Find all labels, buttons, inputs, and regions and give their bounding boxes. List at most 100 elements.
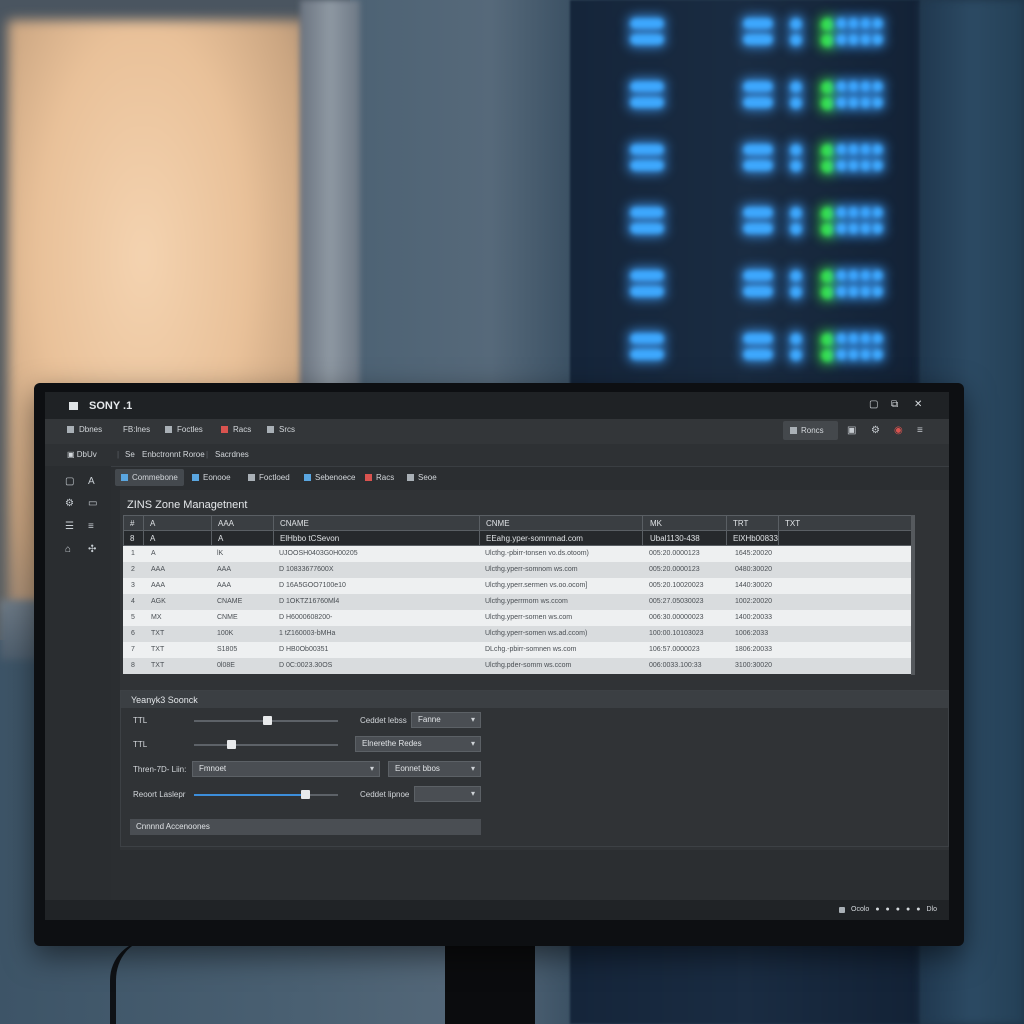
- ct-select[interactable]: ▾: [414, 786, 481, 802]
- minimize-button[interactable]: ▢: [869, 399, 878, 410]
- tab-eonooe[interactable]: Eonooe: [186, 469, 237, 486]
- menu-item-dbnes[interactable]: Dbnes: [67, 425, 102, 434]
- tab-racs[interactable]: Racs: [359, 469, 400, 486]
- server-led: [848, 223, 859, 234]
- status-icon: [839, 906, 846, 913]
- table-row[interactable]: 4 AGK CNAME D 1OKTZ16760Ml4 Ulcthg.yperr…: [123, 594, 914, 610]
- server-led: [821, 223, 834, 236]
- row-cell: 1645:20020: [735, 550, 772, 557]
- window-icon[interactable]: ▣: [847, 425, 856, 436]
- ttl-slider-thumb[interactable]: [263, 716, 273, 725]
- square-icon[interactable]: ▢: [65, 476, 74, 487]
- gear-icon[interactable]: ⚙: [871, 425, 880, 436]
- letter-a-icon[interactable]: A: [88, 476, 95, 487]
- menu-item-srcs[interactable]: Srcs: [267, 425, 295, 434]
- server-led: [860, 349, 871, 360]
- toolbar-item-se[interactable]: Se: [125, 450, 135, 459]
- column-header[interactable]: CNAME: [280, 519, 309, 528]
- subheader-cell: ElXHb00833: [733, 534, 778, 543]
- roncs-button[interactable]: Roncs: [783, 421, 838, 440]
- row-cell: D HB0Ob00351: [279, 646, 329, 653]
- em-select[interactable]: Elnerethe Redes ▾: [355, 736, 481, 752]
- home-icon[interactable]: ⌂: [65, 544, 71, 555]
- row-cell: A: [151, 550, 156, 557]
- row-cell: Ulcthg.yperr-sornen ws.com: [485, 614, 573, 621]
- row-cell: AAA: [151, 566, 166, 573]
- column-header[interactable]: AAA: [218, 519, 234, 528]
- tab-sebenoece[interactable]: Sebenoece: [298, 469, 361, 486]
- status-icon[interactable]: ●: [886, 906, 890, 913]
- tab-label: Sebenoece: [315, 473, 356, 482]
- table-row[interactable]: 1 A lK UJOOSH0403G0H00205 Ulcthg.-pbirr-…: [123, 546, 914, 562]
- tab-commebone[interactable]: Commebone: [115, 469, 184, 486]
- server-led-bar: [743, 144, 773, 155]
- server-led: [821, 81, 834, 94]
- gear-icon[interactable]: ⚙: [65, 498, 74, 509]
- tab-seoe[interactable]: Seoe: [401, 469, 443, 486]
- tab-label: Foctloed: [259, 473, 290, 482]
- table-subheader-row[interactable]: 8 A A ElHbbo tCSevon EEahg.yper-somnmad.…: [123, 531, 914, 546]
- server-led-bar: [743, 333, 773, 344]
- table-scrollbar[interactable]: [911, 515, 915, 675]
- menu-item-label: Foctles: [177, 425, 203, 434]
- menu-icon[interactable]: ≡: [917, 425, 923, 436]
- server-led: [790, 286, 802, 298]
- column-header[interactable]: TRT: [733, 519, 748, 528]
- monitor-icon[interactable]: ▭: [88, 498, 97, 509]
- menu-icon[interactable]: ≡: [88, 521, 94, 532]
- list-icon[interactable]: ☰: [65, 521, 74, 532]
- toolbar-item-environment[interactable]: Enbctronnt Roroe: [142, 450, 205, 459]
- server-led: [860, 270, 871, 281]
- menu-item-foctles[interactable]: Foctles: [165, 425, 203, 434]
- tab-label: Racs: [376, 473, 395, 482]
- status-items: Ocolo ● ● ● ● ● Dlo: [839, 906, 937, 913]
- screen: SONY .1 ▢ ⧉ ✕ Dbnes FB:lnes Foctles Racs…: [45, 392, 949, 920]
- server-led: [872, 160, 883, 171]
- server-led: [821, 333, 834, 346]
- restore-button[interactable]: ⧉: [891, 399, 898, 410]
- ec-select[interactable]: Eonnet bbos ▾: [388, 761, 481, 777]
- column-header[interactable]: CNME: [486, 519, 510, 528]
- server-led-bar: [630, 144, 664, 155]
- column-header[interactable]: TXT: [785, 519, 800, 528]
- network-icon[interactable]: ✣: [88, 544, 96, 555]
- table-row[interactable]: 8 TXT 0l08E D 0C:0023.30OS Ulcthg.pder-s…: [123, 658, 914, 674]
- table-row[interactable]: 5 MX CNME D H6000608200- Ulcthg.yperr-so…: [123, 610, 914, 626]
- status-icon[interactable]: ●: [896, 906, 900, 913]
- tab-foctloed[interactable]: Foctloed: [242, 469, 296, 486]
- status-icon[interactable]: ●: [916, 906, 920, 913]
- ttl-slider-2[interactable]: [194, 744, 338, 746]
- cd-label: Ceddet lebss: [360, 716, 407, 725]
- row-cell: Ulcthg.pder-somm ws.ccom: [485, 662, 572, 669]
- cd-select[interactable]: Fanne ▾: [411, 712, 481, 728]
- row-cell: 1006:2033: [735, 630, 769, 637]
- table-row[interactable]: 2 AAA AAA D 10833677600X Ulcthg.yperr-so…: [123, 562, 914, 578]
- row-cell: AAA: [151, 582, 166, 589]
- ttl-slider-2-thumb[interactable]: [227, 740, 237, 749]
- column-header[interactable]: A: [150, 519, 155, 528]
- search-command-bar[interactable]: Cnnnnd Accenoones: [130, 819, 481, 835]
- column-header[interactable]: MK: [650, 519, 662, 528]
- server-led: [836, 286, 847, 297]
- filter-select[interactable]: Fmnoet ▾: [192, 761, 380, 777]
- server-led: [872, 144, 883, 155]
- menu-item-files[interactable]: FB:lnes: [123, 425, 150, 434]
- column-header[interactable]: #: [130, 519, 134, 528]
- toolbar-item-dbuv[interactable]: ▣ DbUv: [67, 450, 97, 459]
- tab-icon: [121, 474, 128, 481]
- record-slider-thumb[interactable]: [300, 790, 310, 799]
- filter-select-value: Fmnoet: [199, 764, 227, 773]
- server-led: [821, 349, 834, 362]
- table-row[interactable]: 3 AAA AAA D 16A5GOO7100e10 Ulcthg.yperr.…: [123, 578, 914, 594]
- ttl-label: TTL: [133, 716, 148, 725]
- server-led: [821, 207, 834, 220]
- table-row[interactable]: 7 TXT S1805 D HB0Ob00351 DLchg.-pbirr-so…: [123, 642, 914, 658]
- menu-item-racs[interactable]: Racs: [221, 425, 251, 434]
- status-icon[interactable]: ●: [875, 906, 879, 913]
- notification-icon[interactable]: ◉: [894, 425, 903, 436]
- toolbar-item-sacrdnes[interactable]: Sacrdnes: [215, 450, 249, 459]
- table-row[interactable]: 6 TXT 100K 1 tZ160003-bMHa Ulcthg.yperr-…: [123, 626, 914, 642]
- close-button[interactable]: ✕: [914, 399, 922, 410]
- status-icon[interactable]: ●: [906, 906, 910, 913]
- chevron-down-icon: ▾: [470, 764, 475, 773]
